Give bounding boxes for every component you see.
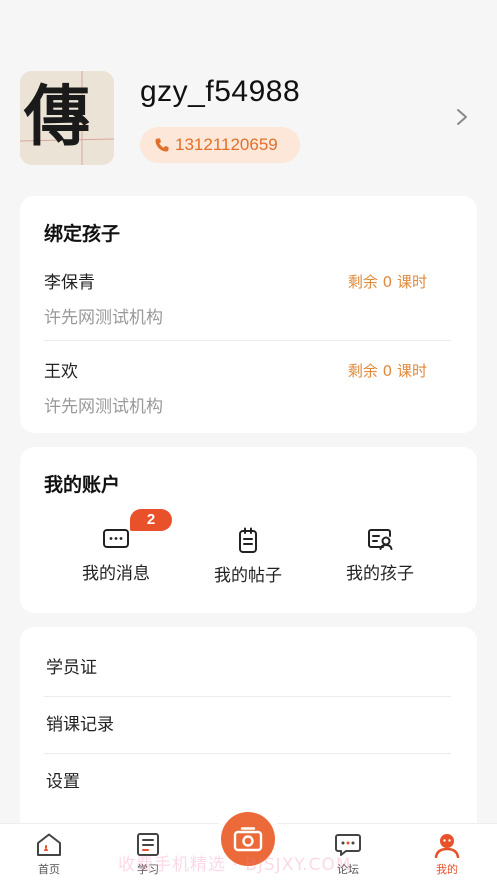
bound-children-card: 绑定孩子 李保青 许先网测试机构 剩余 0 课时 王欢 许先网测试机构 剩余 0… — [20, 196, 477, 433]
phone-number: 13121120659 — [175, 134, 278, 154]
forum-icon — [335, 834, 361, 856]
message-count-badge: 2 — [130, 509, 172, 531]
tab-home[interactable]: 首页 — [19, 832, 79, 877]
username: gzy_f54988 — [140, 74, 301, 108]
tab-profile[interactable]: 我的 — [417, 832, 477, 877]
tab-profile-label: 我的 — [436, 863, 458, 876]
child-name: 李保青 — [44, 273, 95, 293]
phone-icon — [155, 138, 169, 151]
center-camera-button[interactable] — [221, 812, 275, 866]
tab-study[interactable]: 学习 — [118, 832, 178, 877]
tab-forum[interactable]: 论坛 — [318, 832, 378, 877]
calligraphy-avatar-image: 傳 — [20, 70, 114, 165]
home-icon — [37, 833, 61, 856]
my-account-card: 我的账户 我的消息 2 我的帖子 我的孩子 — [20, 447, 477, 613]
phone-badge: 13121120659 — [140, 126, 300, 163]
tab-forum-label: 论坛 — [337, 863, 359, 876]
child-profile-icon — [368, 529, 393, 550]
settings-item[interactable]: 设置 — [46, 754, 451, 811]
post-icon — [239, 527, 257, 553]
bound-children-title: 绑定孩子 — [44, 223, 121, 245]
profile-header[interactable]: 傳 gzy_f54988 13121120659 — [20, 70, 477, 165]
child-remaining-hours: 剩余 0 课时 — [347, 362, 427, 380]
child-name: 王欢 — [44, 362, 78, 382]
child-remaining-hours: 剩余 0 课时 — [347, 273, 427, 291]
child-org: 许先网测试机构 — [44, 308, 163, 328]
study-icon — [137, 833, 159, 856]
menu-card: 学员证 销课记录 设置 — [20, 627, 477, 823]
tab-study-label: 学习 — [137, 863, 159, 876]
divider — [44, 340, 451, 341]
my-posts-button[interactable]: 我的帖子 — [188, 527, 308, 586]
avatar-glyph: 傳 — [23, 77, 90, 155]
my-account-title: 我的账户 — [44, 474, 121, 496]
class-record-item[interactable]: 销课记录 — [46, 697, 451, 754]
my-messages-button[interactable]: 我的消息 — [56, 527, 176, 584]
tab-home-label: 首页 — [38, 863, 60, 876]
my-children-button[interactable]: 我的孩子 — [320, 527, 440, 584]
chevron-right-icon[interactable] — [455, 107, 469, 127]
my-children-label: 我的孩子 — [346, 564, 414, 584]
my-messages-label: 我的消息 — [82, 564, 150, 584]
avatar[interactable]: 傳 — [20, 70, 114, 165]
camera-icon — [233, 827, 263, 852]
child-row[interactable]: 李保青 许先网测试机构 剩余 0 课时 — [44, 268, 451, 348]
message-icon — [103, 529, 129, 548]
my-posts-label: 我的帖子 — [214, 566, 282, 586]
child-row[interactable]: 王欢 许先网测试机构 剩余 0 课时 — [44, 357, 451, 437]
student-card-item[interactable]: 学员证 — [46, 640, 451, 697]
child-org: 许先网测试机构 — [44, 397, 163, 417]
profile-icon — [434, 834, 460, 858]
